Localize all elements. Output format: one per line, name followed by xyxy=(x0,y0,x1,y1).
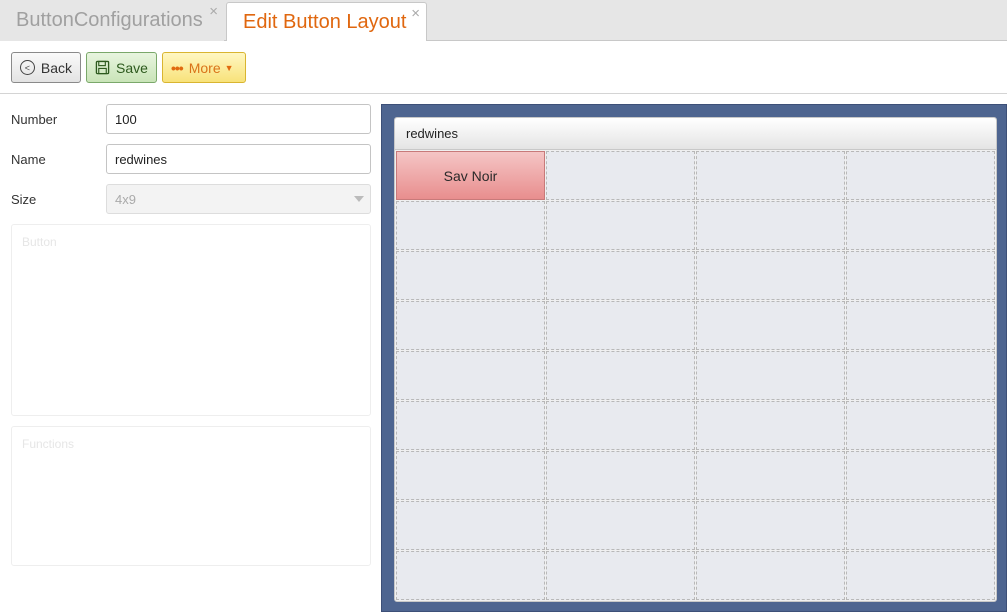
back-button-label: Back xyxy=(40,59,72,76)
empty-slot[interactable] xyxy=(846,301,995,350)
layout-button[interactable]: Sav Noir xyxy=(396,151,545,200)
empty-slot[interactable] xyxy=(696,401,845,450)
more-dots-icon: ••• xyxy=(171,59,184,76)
more-button-label: More xyxy=(188,59,221,76)
chevron-left-icon: < xyxy=(20,60,35,75)
close-icon[interactable]: × xyxy=(209,4,218,19)
empty-slot[interactable] xyxy=(396,351,545,400)
empty-slot[interactable] xyxy=(846,551,995,600)
empty-slot[interactable] xyxy=(846,351,995,400)
number-label: Number xyxy=(11,112,58,127)
tab-bar: ButtonConfigurations × Edit Button Layou… xyxy=(0,0,1007,42)
empty-slot[interactable] xyxy=(546,451,695,500)
back-button[interactable]: < Back xyxy=(11,52,81,83)
empty-slot[interactable] xyxy=(696,551,845,600)
functions-panel: Functions xyxy=(11,426,371,566)
more-button[interactable]: ••• More ▼ xyxy=(162,52,246,83)
empty-slot[interactable] xyxy=(696,201,845,250)
close-icon[interactable]: × xyxy=(411,6,420,21)
tab-button-configurations[interactable]: ButtonConfigurations × xyxy=(0,0,224,41)
button-panel-title: Button xyxy=(22,235,57,249)
empty-slot[interactable] xyxy=(696,251,845,300)
empty-slot[interactable] xyxy=(696,151,845,200)
empty-slot[interactable] xyxy=(846,501,995,550)
size-select-value: 4x9 xyxy=(115,191,136,207)
empty-slot[interactable] xyxy=(396,401,545,450)
floppy-disk-icon xyxy=(95,60,110,75)
button-grid: Sav Noir xyxy=(396,151,996,601)
empty-slot[interactable] xyxy=(396,251,545,300)
layout-title: redwines xyxy=(395,118,996,150)
caret-down-icon: ▼ xyxy=(224,62,234,73)
toolbar: < Back Save ••• More ▼ xyxy=(0,41,1007,94)
name-label: Name xyxy=(11,152,46,167)
name-input[interactable] xyxy=(106,144,371,174)
empty-slot[interactable] xyxy=(396,501,545,550)
save-button-label: Save xyxy=(116,59,148,76)
empty-slot[interactable] xyxy=(846,201,995,250)
chevron-down-icon xyxy=(354,196,364,202)
empty-slot[interactable] xyxy=(696,351,845,400)
empty-slot[interactable] xyxy=(846,401,995,450)
empty-slot[interactable] xyxy=(696,451,845,500)
tab-label: Edit Button Layout xyxy=(243,11,407,33)
empty-slot[interactable] xyxy=(396,551,545,600)
empty-slot[interactable] xyxy=(696,301,845,350)
empty-slot[interactable] xyxy=(396,451,545,500)
empty-slot[interactable] xyxy=(846,151,995,200)
empty-slot[interactable] xyxy=(546,151,695,200)
empty-slot[interactable] xyxy=(546,201,695,250)
empty-slot[interactable] xyxy=(546,401,695,450)
empty-slot[interactable] xyxy=(546,551,695,600)
functions-panel-title: Functions xyxy=(22,437,75,451)
empty-slot[interactable] xyxy=(846,451,995,500)
button-panel: Button xyxy=(11,224,371,416)
empty-slot[interactable] xyxy=(696,501,845,550)
tab-label: ButtonConfigurations xyxy=(16,9,203,31)
layout-canvas: redwines Sav Noir xyxy=(394,117,997,602)
empty-slot[interactable] xyxy=(546,501,695,550)
empty-slot[interactable] xyxy=(546,251,695,300)
empty-slot[interactable] xyxy=(546,301,695,350)
size-label: Size xyxy=(11,192,37,207)
tab-edit-button-layout[interactable]: Edit Button Layout × xyxy=(226,2,427,42)
empty-slot[interactable] xyxy=(396,201,545,250)
layout-editor: redwines Sav Noir xyxy=(381,104,1007,612)
size-select[interactable]: 4x9 xyxy=(106,184,371,214)
save-button[interactable]: Save xyxy=(86,52,157,83)
empty-slot[interactable] xyxy=(546,351,695,400)
number-input[interactable] xyxy=(106,104,371,134)
empty-slot[interactable] xyxy=(846,251,995,300)
empty-slot[interactable] xyxy=(396,301,545,350)
